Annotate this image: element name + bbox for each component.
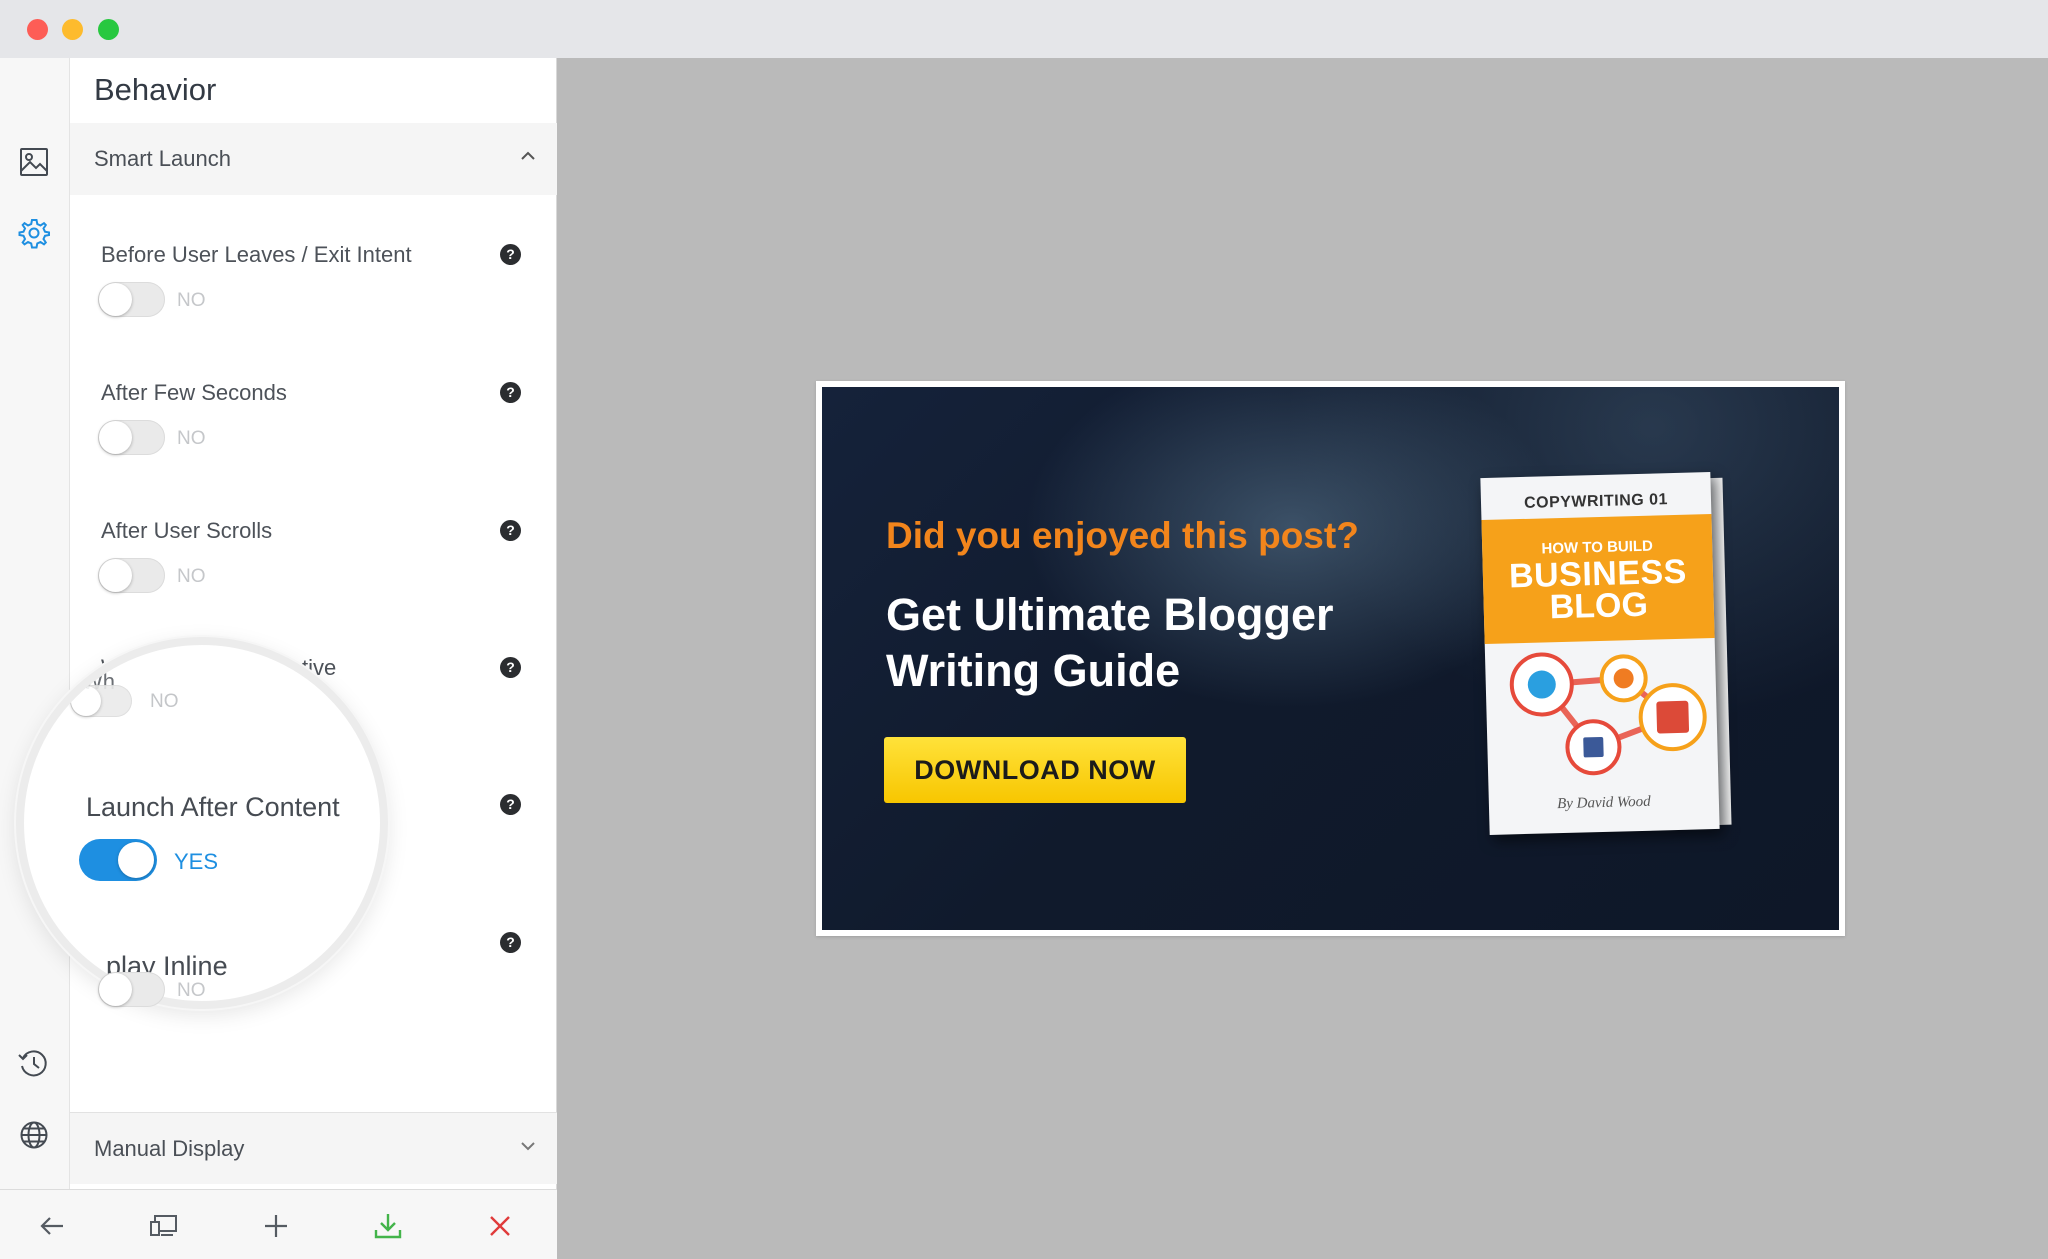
after-few-seconds-toggle[interactable] xyxy=(98,420,165,455)
user-inactive-state: NO xyxy=(150,691,179,712)
smart-launch-label: Smart Launch xyxy=(94,146,231,171)
design-tab-button[interactable] xyxy=(12,140,56,184)
window-minimize-button[interactable] xyxy=(62,19,83,40)
devices-icon xyxy=(150,1215,177,1236)
book-title-line2: BLOG xyxy=(1549,585,1649,627)
smart-launch-section-header[interactable]: Smart Launch xyxy=(70,123,557,195)
launch-after-content-toggle[interactable] xyxy=(79,839,157,881)
optin-banner[interactable]: Did you enjoyed this post? Get Ultimate … xyxy=(816,381,1845,936)
chevron-down-icon xyxy=(521,1142,535,1151)
behavior-panel: Behavior Smart Launch Before User Leaves… xyxy=(70,58,557,1189)
display-inline-toggle[interactable] xyxy=(98,972,165,1007)
manual-display-label: Manual Display xyxy=(94,1135,245,1161)
after-few-seconds-help-icon[interactable]: ? xyxy=(500,382,521,403)
after-user-scrolls-state: NO xyxy=(177,566,206,587)
history-button[interactable] xyxy=(12,1042,56,1086)
close-editor-button[interactable] xyxy=(478,1204,522,1248)
plus-icon xyxy=(265,1215,287,1237)
download-icon xyxy=(374,1214,402,1239)
close-icon xyxy=(490,1216,510,1236)
banner-background: Did you enjoyed this post? Get Ultimate … xyxy=(822,387,1839,930)
icon-rail xyxy=(0,58,70,1189)
window-titlebar xyxy=(0,0,2048,58)
exit-intent-state: NO xyxy=(177,290,206,311)
user-inactive-help-icon[interactable]: ? xyxy=(500,657,521,678)
window-close-button[interactable] xyxy=(27,19,48,40)
exit-intent-toggle[interactable] xyxy=(98,282,165,317)
exit-intent-help-icon[interactable]: ? xyxy=(500,244,521,265)
book-author: By David Wood xyxy=(1556,793,1651,813)
book-cover: COPYWRITING 01 HOW TO BUILD BUSINESS BLO… xyxy=(1480,472,1720,835)
banner-question: Did you enjoyed this post? xyxy=(886,515,1359,556)
back-button[interactable] xyxy=(30,1204,74,1248)
bottom-toolbar xyxy=(0,1189,557,1259)
history-icon xyxy=(18,1050,47,1077)
behavior-tab-button[interactable] xyxy=(12,211,56,255)
chevron-up-icon xyxy=(521,151,535,160)
globe-icon xyxy=(20,1121,48,1149)
book-series: COPYWRITING 01 xyxy=(1523,491,1669,512)
back-arrow-icon xyxy=(40,1217,63,1235)
add-button[interactable] xyxy=(254,1204,298,1248)
book-title-band: HOW TO BUILD BUSINESS BLOG xyxy=(1481,514,1715,645)
banner-headline-line1: Get Ultimate Blogger xyxy=(886,589,1334,640)
launch-after-content-help-icon[interactable]: ? xyxy=(500,794,521,815)
panel-title: Behavior xyxy=(94,72,217,107)
display-inline-state: NO xyxy=(177,980,206,1001)
display-inline-help-icon[interactable]: ? xyxy=(500,932,521,953)
social-network-graphic xyxy=(1509,652,1707,776)
device-preview-button[interactable] xyxy=(142,1204,186,1248)
exit-intent-label: Before User Leaves / Exit Intent xyxy=(101,242,412,267)
after-user-scrolls-help-icon[interactable]: ? xyxy=(500,520,521,541)
launch-after-content-state: YES xyxy=(174,849,219,874)
facebook-icon xyxy=(1583,736,1604,758)
save-download-button[interactable] xyxy=(366,1204,410,1248)
manual-display-section-header[interactable]: Manual Display xyxy=(70,1112,557,1184)
after-few-seconds-state: NO xyxy=(177,428,206,449)
download-now-button[interactable]: DOWNLOAD NOW xyxy=(884,737,1186,803)
after-user-scrolls-toggle[interactable] xyxy=(98,558,165,593)
user-inactive-toggle[interactable] xyxy=(70,685,132,717)
after-user-scrolls-label: After User Scrolls xyxy=(101,518,273,543)
google-plus-icon xyxy=(1656,700,1690,734)
publish-settings-button[interactable] xyxy=(12,1113,56,1157)
image-icon xyxy=(20,148,48,176)
gear-icon xyxy=(18,219,50,249)
after-few-seconds-label: After Few Seconds xyxy=(101,380,287,405)
window-maximize-button[interactable] xyxy=(98,19,119,40)
ebook-image: COPYWRITING 01 HOW TO BUILD BUSINESS BLO… xyxy=(1480,472,1732,835)
banner-headline: Get Ultimate Blogger Writing Guide xyxy=(886,587,1406,699)
banner-headline-line2: Writing Guide xyxy=(886,645,1181,696)
magnifier-lens: Wh NO Launch After Content YES play Inli… xyxy=(16,637,388,1009)
launch-after-content-label: Launch After Content xyxy=(86,792,340,822)
